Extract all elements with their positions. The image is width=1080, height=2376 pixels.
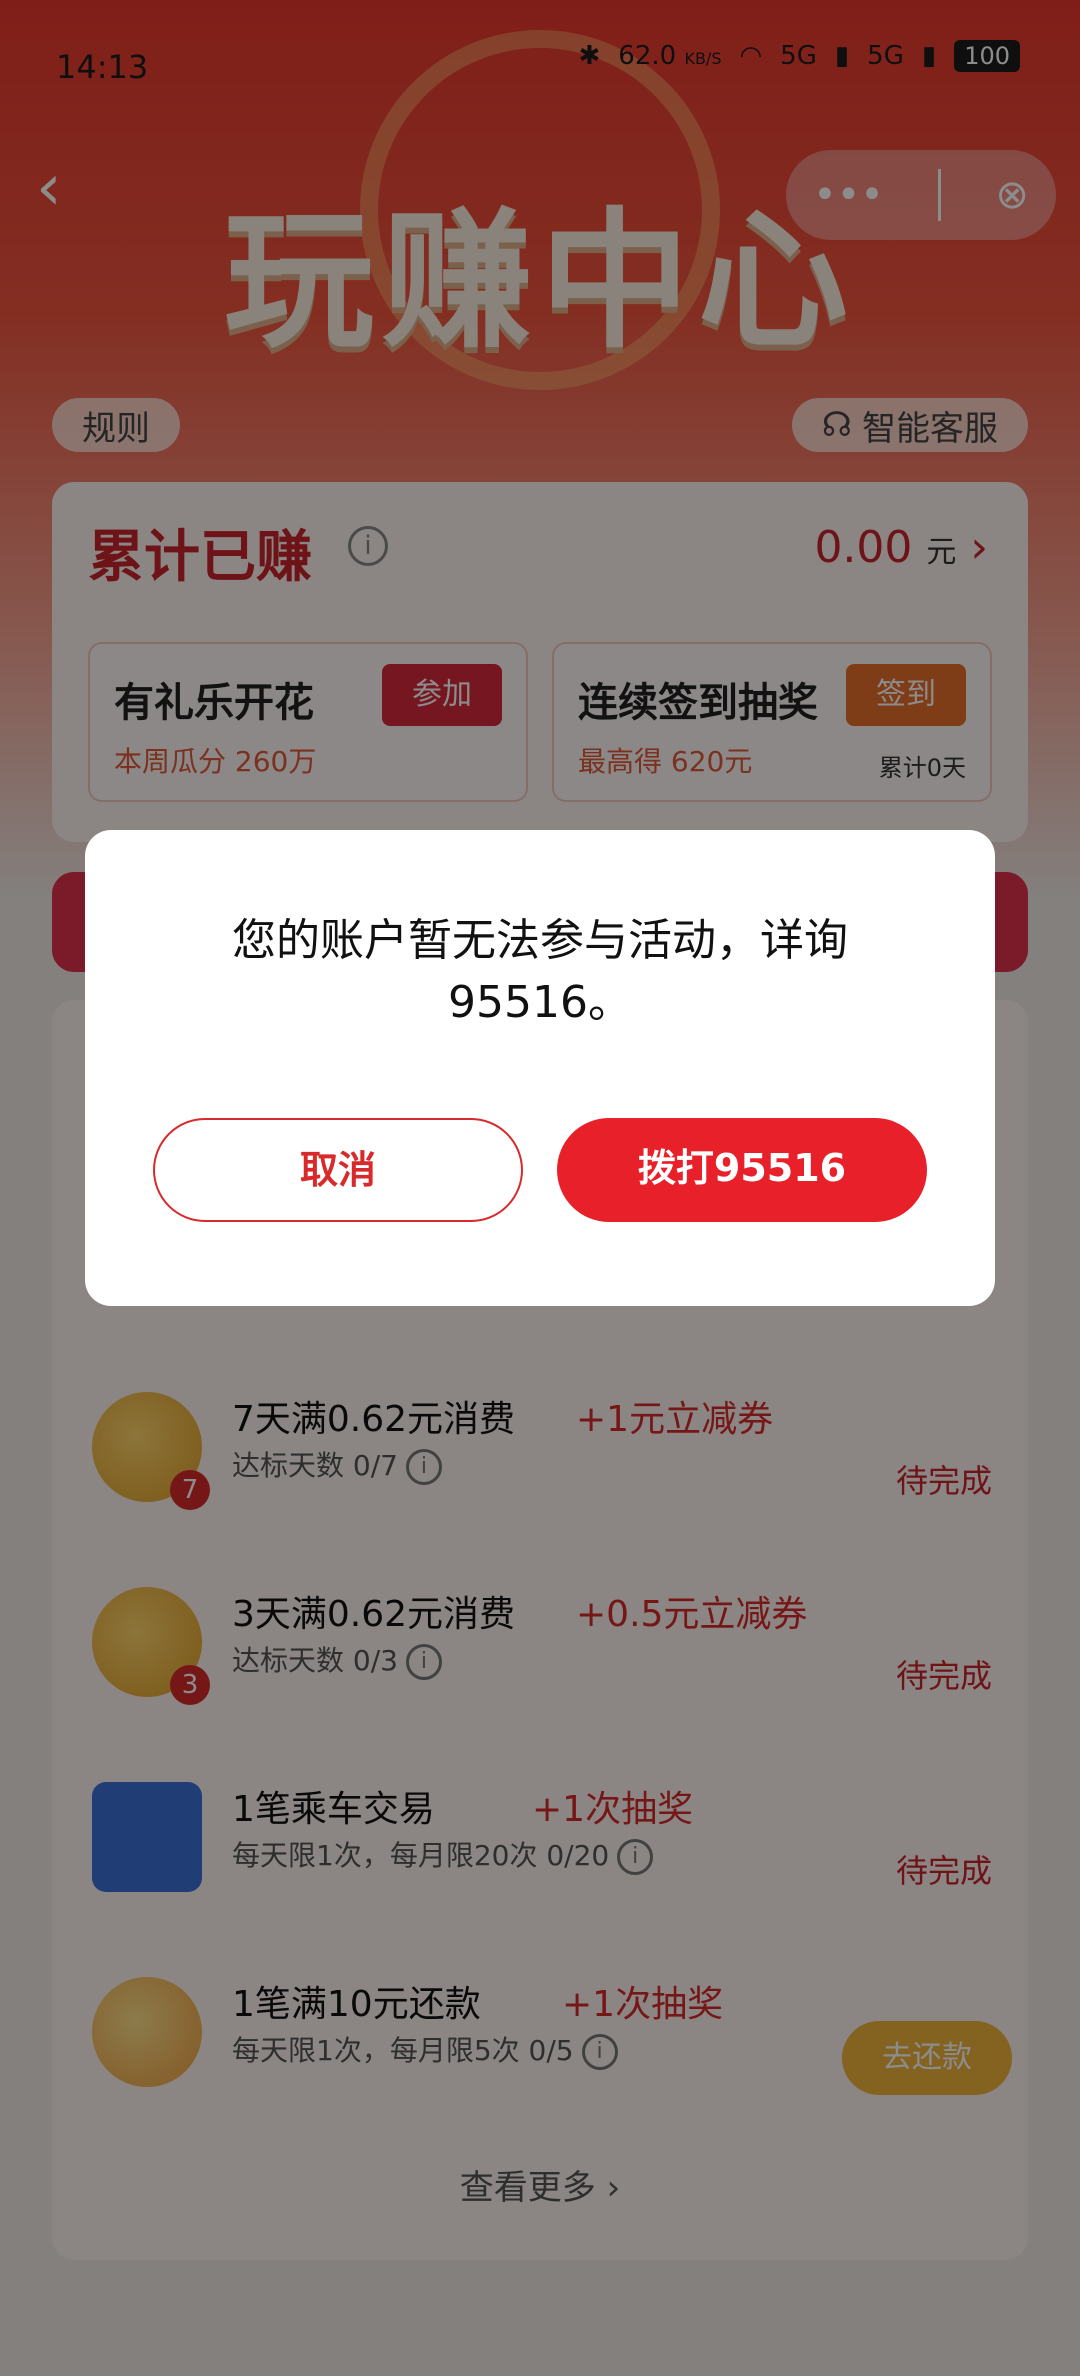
- cancel-button[interactable]: 取消: [153, 1118, 523, 1222]
- dialog-message: 您的账户暂无法参与活动，详询95516。: [232, 915, 848, 1028]
- alert-dialog: 您的账户暂无法参与活动，详询95516。 取消 拨打95516: [85, 830, 995, 1306]
- call-button[interactable]: 拨打95516: [557, 1118, 927, 1222]
